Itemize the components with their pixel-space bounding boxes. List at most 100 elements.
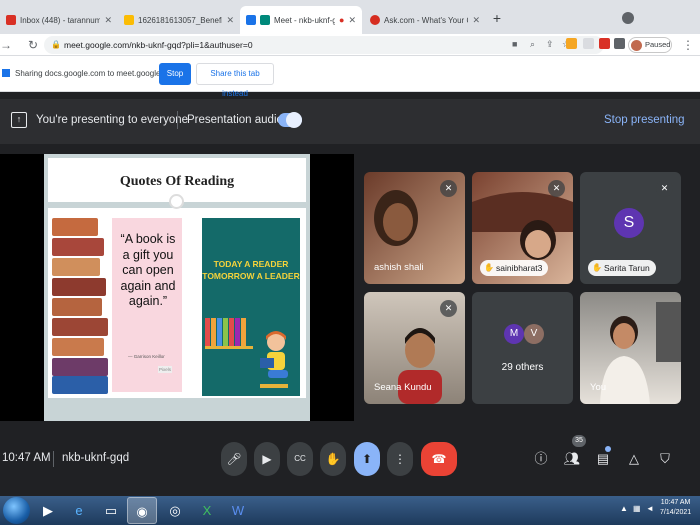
system-clock[interactable]: 10:47 AM 7/14/2021 bbox=[660, 498, 691, 518]
participant-tile[interactable]: ✕ ashish shali bbox=[364, 172, 465, 284]
captions-icon: CC bbox=[294, 454, 306, 463]
menu-icon[interactable]: ⋮ bbox=[682, 38, 694, 52]
window-control-icon[interactable] bbox=[622, 12, 634, 24]
slide-title: Quotes Of Reading bbox=[119, 174, 235, 189]
extension-doc-icon[interactable] bbox=[583, 38, 594, 49]
tab-title: Meet - nkb-uknf-gqd bbox=[274, 15, 336, 25]
close-icon[interactable]: ✕ bbox=[100, 15, 112, 26]
internet-explorer-icon[interactable]: e bbox=[64, 497, 94, 524]
activities-icon[interactable]: △ bbox=[625, 450, 643, 468]
poster-line-2: TOMORROW A LEADER bbox=[202, 271, 300, 281]
presenting-bar: ↑ You're presenting to everyone Presenta… bbox=[0, 99, 700, 144]
network-icon[interactable]: ▦ bbox=[633, 504, 641, 513]
tab-title: 1626181613057_Benefits of bbox=[138, 15, 223, 25]
mic-icon: 🎤︎ bbox=[226, 452, 242, 466]
zoom-icon[interactable]: ⌕ bbox=[530, 39, 535, 50]
slide-cursor-dot bbox=[169, 194, 184, 209]
new-tab-button[interactable]: + bbox=[489, 10, 505, 26]
close-icon[interactable]: ✕ bbox=[468, 15, 480, 26]
forward-icon[interactable]: → bbox=[0, 38, 12, 52]
quote-author: — Garrison Keillor bbox=[128, 354, 165, 359]
omnibox[interactable]: 🔒 meet.google.com/nkb-uknf-gqd?pli=1&aut… bbox=[44, 36, 604, 54]
self-tile[interactable]: You bbox=[580, 292, 681, 404]
avatar: S bbox=[614, 208, 644, 238]
excel-icon[interactable]: X bbox=[192, 497, 222, 524]
extension-download-icon[interactable] bbox=[566, 38, 577, 49]
recording-icon: ● bbox=[339, 15, 345, 25]
tray-up-icon[interactable]: ▲ bbox=[620, 504, 628, 513]
share-icon[interactable]: ⇪ bbox=[546, 39, 554, 50]
poster-text: TODAY A READER TOMORROW A LEADER bbox=[202, 258, 300, 282]
divider bbox=[53, 451, 54, 467]
chrome-icon[interactable]: ◉ bbox=[127, 497, 157, 524]
profile-button[interactable]: Paused bbox=[628, 37, 672, 53]
others-tile[interactable]: M V 29 others bbox=[472, 292, 573, 404]
participant-name-pill: ✋ sainibharat3 bbox=[480, 260, 549, 276]
hang-up-icon: ☎ bbox=[431, 452, 447, 466]
screen-share-icon bbox=[2, 69, 10, 77]
meeting-details-icon[interactable]: ⓘ bbox=[532, 450, 550, 468]
raise-hand-button[interactable]: ✋ bbox=[320, 442, 346, 476]
chrome-canary-icon[interactable]: ◎ bbox=[160, 497, 190, 524]
window-icon bbox=[246, 15, 256, 25]
leave-call-button[interactable]: ☎ bbox=[421, 442, 457, 476]
stop-presenting-button[interactable]: Stop presenting bbox=[604, 114, 685, 126]
chat-icon[interactable]: ▤ bbox=[594, 450, 612, 468]
close-icon[interactable]: ✕ bbox=[222, 15, 234, 26]
present-icon: ⬆ bbox=[361, 452, 373, 466]
tab-inbox[interactable]: Inbox (448) - tarannum@theindi ✕ bbox=[0, 6, 118, 34]
toggle-knob bbox=[286, 112, 302, 128]
stop-sharing-button[interactable]: Stop bbox=[159, 63, 191, 85]
extension-red-icon[interactable] bbox=[599, 38, 610, 49]
volume-icon[interactable]: ◄ bbox=[646, 504, 654, 513]
people-icon[interactable]: 👥︎ bbox=[563, 450, 581, 468]
quote-text: “A book is a gift you can open again and… bbox=[120, 232, 176, 308]
ask-icon bbox=[370, 15, 380, 25]
tab-ask[interactable]: Ask.com - What's Your Question ✕ bbox=[364, 6, 486, 34]
participant-tile[interactable]: ✕ Seana Kundu bbox=[364, 292, 465, 404]
tab-meet[interactable]: Meet - nkb-uknf-gqd ● ✕ bbox=[240, 6, 362, 34]
chat-notification-dot bbox=[605, 446, 611, 452]
close-icon[interactable]: ✕ bbox=[344, 15, 356, 26]
extensions-puzzle-icon[interactable] bbox=[614, 38, 625, 49]
avatar bbox=[631, 40, 642, 51]
participant-name-pill: ✋ Sarita Tarun bbox=[588, 260, 656, 276]
address-bar: → ↻ 🔒 meet.google.com/nkb-uknf-gqd?pli=1… bbox=[0, 34, 700, 56]
captions-button[interactable]: CC bbox=[287, 442, 313, 476]
participant-name: Seana Kundu bbox=[374, 382, 432, 393]
camera-icon[interactable]: ■ bbox=[512, 39, 517, 49]
slide: Quotes Of Reading “A book is a gift you … bbox=[44, 154, 310, 421]
poster-line-1: TODAY A READER bbox=[213, 259, 289, 269]
share-this-tab-button[interactable]: Share this tab instead bbox=[196, 63, 274, 98]
mic-off-icon: ✕ bbox=[656, 180, 673, 197]
mic-button[interactable]: 🎤︎ bbox=[221, 442, 247, 476]
participant-tile[interactable]: ✕ S ✋ Sarita Tarun bbox=[580, 172, 681, 284]
presenting-message: You're presenting to everyone bbox=[36, 114, 189, 126]
system-date: 7/14/2021 bbox=[660, 509, 692, 516]
participant-tile[interactable]: ✕ ✋ sainibharat3 bbox=[472, 172, 573, 284]
presentation-audio-toggle[interactable] bbox=[278, 112, 302, 128]
divider bbox=[177, 111, 178, 129]
host-controls-icon[interactable]: ⛉ bbox=[656, 450, 674, 468]
os-taskbar: ▶ e ▭ ◉ ◎ X W ▲ ▦ ◄ 10:47 AM 7/14/2021 bbox=[0, 496, 700, 525]
slide-footer bbox=[48, 402, 306, 415]
lock-icon[interactable]: 🔒 bbox=[51, 40, 61, 49]
tab-benefits[interactable]: 1626181613057_Benefits of ✕ bbox=[118, 6, 240, 34]
present-now-button[interactable]: ⬆ bbox=[354, 442, 380, 476]
more-vert-icon: ⋮ bbox=[394, 452, 406, 466]
word-icon[interactable]: W bbox=[223, 497, 253, 524]
avatar: M bbox=[504, 324, 524, 344]
start-button[interactable] bbox=[3, 497, 30, 524]
reload-icon[interactable]: ↻ bbox=[28, 38, 38, 52]
media-player-icon[interactable]: ▶ bbox=[33, 497, 63, 524]
camera-button[interactable]: ▶ bbox=[254, 442, 280, 476]
meeting-code: nkb-uknf-gqd bbox=[62, 452, 130, 464]
presentation-stage: Quotes Of Reading “A book is a gift you … bbox=[0, 154, 354, 421]
url-text[interactable]: meet.google.com/nkb-uknf-gqd?pli=1&authu… bbox=[64, 40, 253, 50]
file-explorer-icon[interactable]: ▭ bbox=[96, 497, 126, 524]
tab-title: Inbox (448) - tarannum@theindi bbox=[20, 15, 101, 25]
more-options-button[interactable]: ⋮ bbox=[387, 442, 413, 476]
image-credit: Pixels bbox=[158, 366, 173, 373]
system-time: 10:47 AM bbox=[660, 499, 691, 506]
reading-child-icon bbox=[260, 331, 288, 388]
